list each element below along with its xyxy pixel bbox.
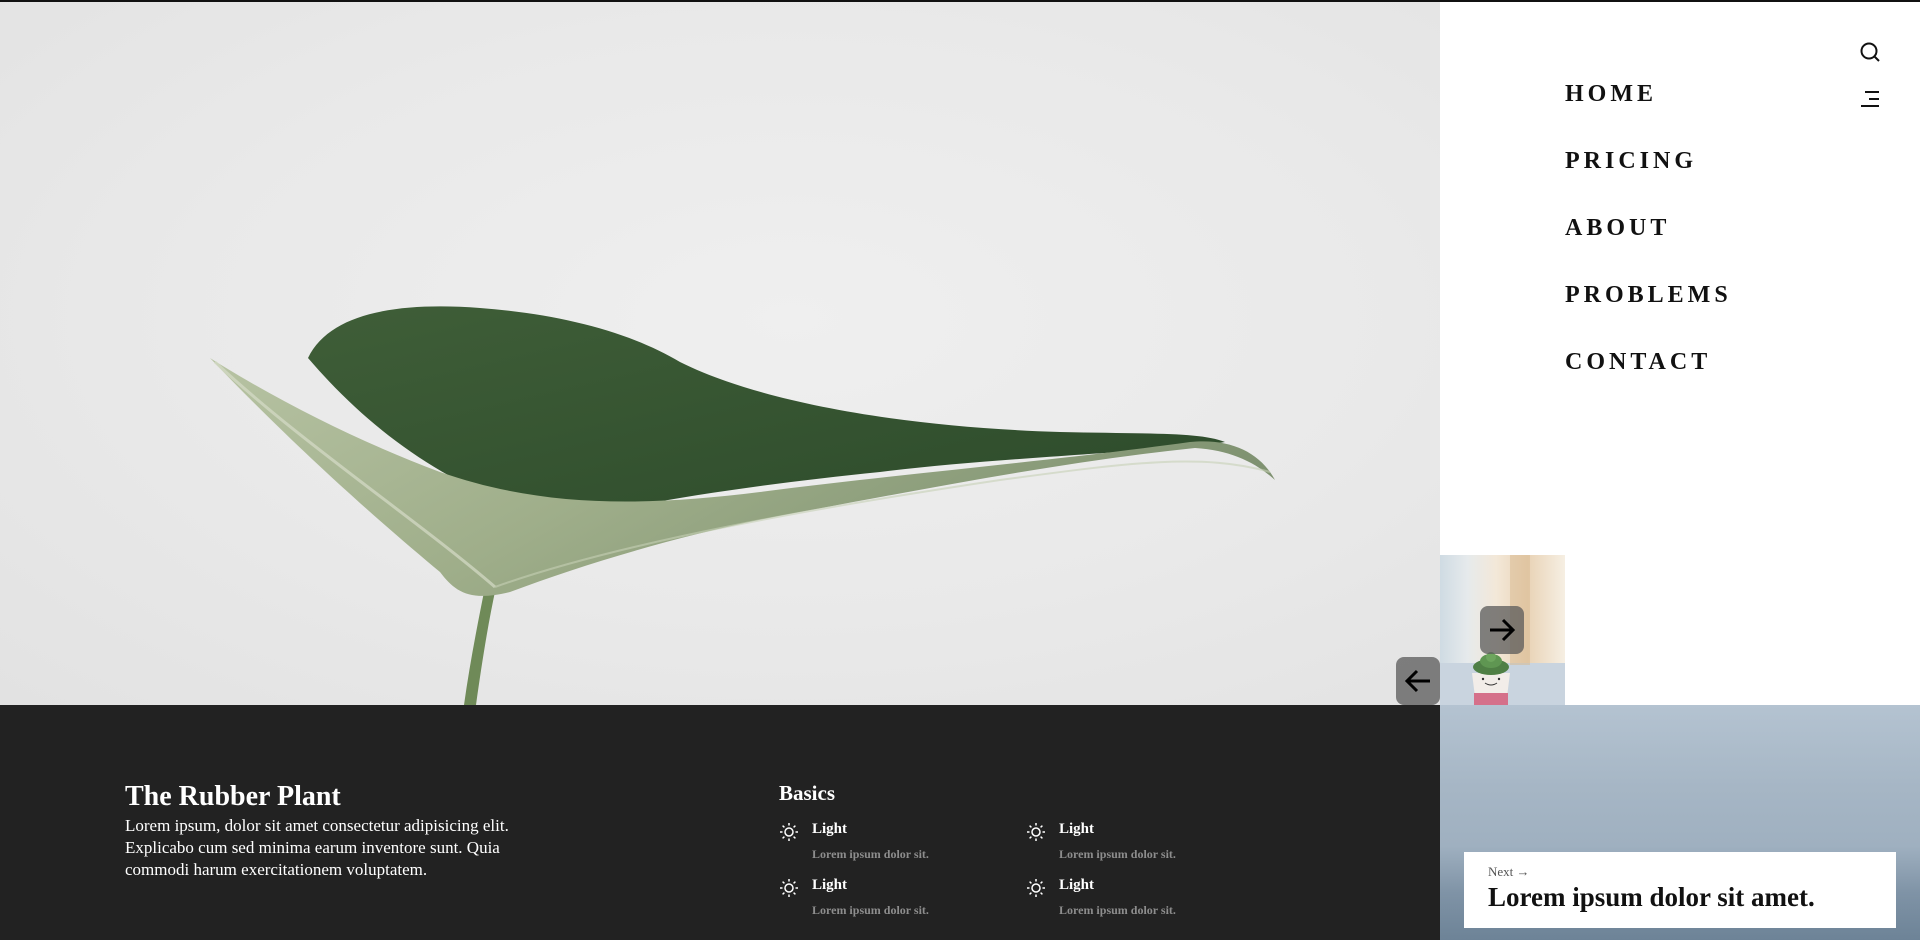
nav-link-home[interactable]: HOME bbox=[1565, 74, 1657, 114]
nav-item-contact: CONTACT bbox=[1565, 342, 1732, 409]
feature-description: Lorem ipsum dolor sit. bbox=[1059, 847, 1176, 861]
sun-icon bbox=[780, 823, 798, 841]
next-slide-button[interactable] bbox=[1480, 606, 1524, 654]
feature-description: Lorem ipsum dolor sit. bbox=[1059, 903, 1176, 917]
nav-item-problems: PROBLEMS bbox=[1565, 275, 1732, 342]
feature-title: Light bbox=[1059, 821, 1095, 837]
search-icon bbox=[1860, 42, 1880, 62]
top-border bbox=[0, 0, 1920, 2]
feature-description: Lorem ipsum dolor sit. bbox=[812, 903, 929, 917]
plant-info-section: The Rubber Plant Lorem ipsum, dolor sit … bbox=[0, 705, 1440, 940]
nav-item-about: ABOUT bbox=[1565, 208, 1732, 275]
feature-title: Light bbox=[812, 877, 848, 893]
leaf-illustration bbox=[210, 306, 1275, 705]
plant-title: The Rubber Plant bbox=[125, 781, 341, 812]
next-label-text: Next bbox=[1488, 864, 1514, 879]
basics-heading: Basics bbox=[779, 781, 836, 805]
nav-link-contact[interactable]: CONTACT bbox=[1565, 342, 1711, 382]
nav-item-home: HOME bbox=[1565, 74, 1732, 141]
feature-title: Light bbox=[812, 821, 848, 837]
arrow-right-icon bbox=[1490, 618, 1516, 642]
sun-icon bbox=[780, 879, 798, 897]
prev-slide-button[interactable] bbox=[1396, 657, 1440, 705]
plant-description: Lorem ipsum, dolor sit amet consectetur … bbox=[125, 816, 509, 879]
feature-item: Light Lorem ipsum dolor sit. bbox=[779, 875, 979, 925]
feature-item: Light Lorem ipsum dolor sit. bbox=[1026, 875, 1226, 925]
sun-icon bbox=[1027, 823, 1045, 841]
arrow-left-icon bbox=[1404, 669, 1430, 693]
nav-link-pricing[interactable]: PRICING bbox=[1565, 141, 1697, 181]
feature-item: Light Lorem ipsum dolor sit. bbox=[1026, 819, 1226, 869]
menu-icon bbox=[1861, 91, 1879, 107]
next-label: Next → bbox=[1488, 864, 1872, 880]
nav-link-problems[interactable]: PROBLEMS bbox=[1565, 275, 1732, 315]
menu-button[interactable] bbox=[1857, 86, 1883, 112]
nav-link-about[interactable]: ABOUT bbox=[1565, 208, 1670, 248]
feature-description: Lorem ipsum dolor sit. bbox=[812, 847, 929, 861]
next-post-title: Lorem ipsum dolor sit amet. bbox=[1488, 882, 1815, 912]
feature-title: Light bbox=[1059, 877, 1095, 893]
sun-icon bbox=[1027, 879, 1045, 897]
next-post-panel: Next → Lorem ipsum dolor sit amet. bbox=[1440, 705, 1920, 940]
arrow-right-small-icon: → bbox=[1516, 864, 1530, 879]
next-post-card[interactable]: Next → Lorem ipsum dolor sit amet. bbox=[1464, 852, 1896, 928]
nav-item-pricing: PRICING bbox=[1565, 141, 1732, 208]
hero-image bbox=[0, 2, 1440, 705]
feature-item: Light Lorem ipsum dolor sit. bbox=[779, 819, 979, 869]
main-nav: HOME PRICING ABOUT PROBLEMS CONTACT bbox=[1565, 74, 1732, 409]
search-button[interactable] bbox=[1857, 39, 1883, 65]
